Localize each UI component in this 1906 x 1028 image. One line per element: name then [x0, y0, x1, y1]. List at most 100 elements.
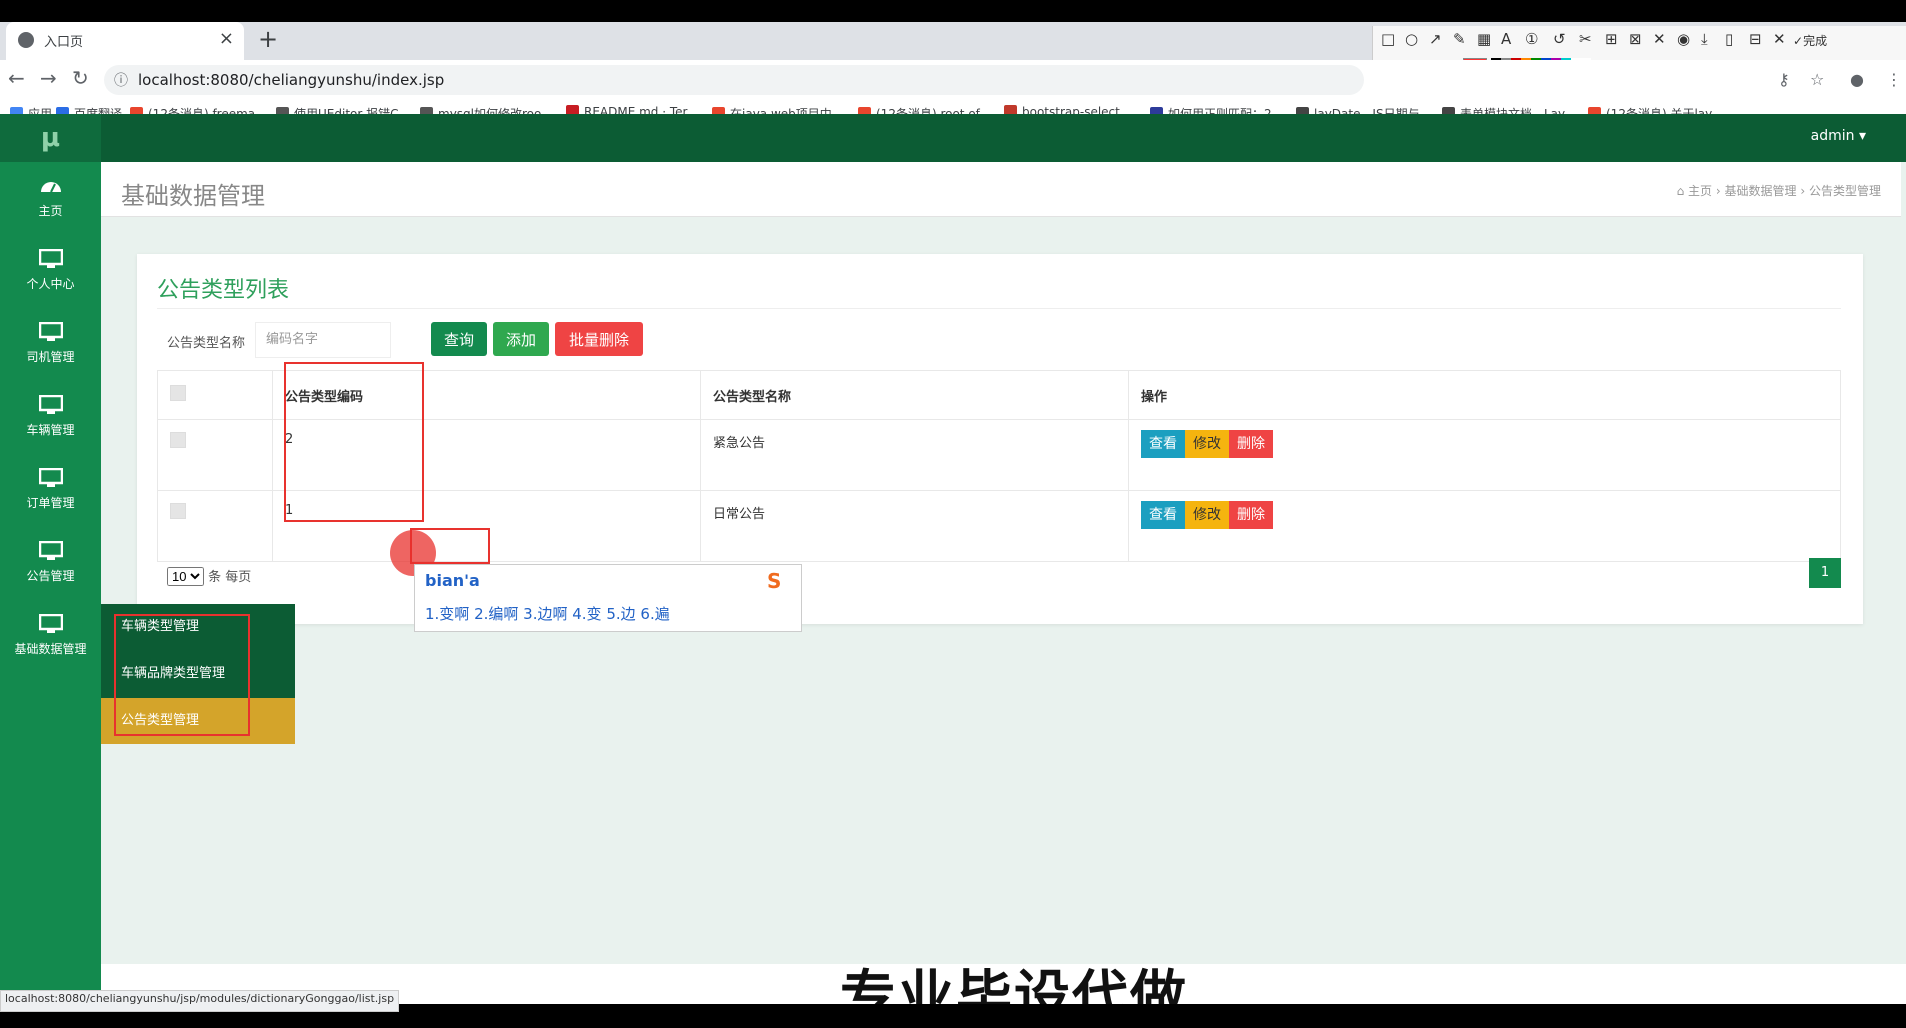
page-size-select[interactable]: 10	[167, 567, 204, 586]
sidebar-item-label: 主页	[38, 204, 63, 218]
reload-icon[interactable]: ↻	[72, 66, 89, 90]
sidebar-item[interactable]: 司机管理	[0, 310, 101, 382]
download-icon[interactable]: ⤓	[1701, 30, 1708, 48]
card-title: 公告类型列表	[157, 278, 290, 303]
monitor-icon	[38, 394, 63, 415]
edit-button[interactable]: 修改	[1185, 501, 1229, 529]
number-tool-icon[interactable]: ①	[1525, 30, 1538, 48]
arrow-tool-icon[interactable]: ↗	[1429, 30, 1442, 48]
sidebar-item[interactable]: 车辆管理	[0, 383, 101, 455]
undo-icon[interactable]: ↺	[1553, 30, 1566, 48]
row-checkbox[interactable]	[170, 503, 186, 519]
status-bar-url: localhost:8080/cheliangyunshu/jsp/module…	[0, 990, 400, 1012]
app-root: μ 主页 个人中心 司机管理 车辆管理 订单管理 公告管理 基础数据管理 admin ▾ 基…	[0, 114, 1906, 1004]
ime-candidates[interactable]: 1.变啊 2.编啊 3.边啊 4.变 5.边 6.遍	[425, 603, 670, 624]
sidebar-item[interactable]: 公告管理	[0, 529, 101, 601]
sidebar-item-label: 订单管理	[26, 496, 75, 510]
tab-close-button[interactable]: ×	[219, 28, 234, 49]
sidebar-item-label: 公告管理	[26, 569, 75, 583]
annotation-rectangle	[284, 362, 424, 522]
divider	[157, 308, 1841, 309]
ime-composition: bian'a	[425, 571, 480, 590]
scissors-icon[interactable]: ✂	[1579, 30, 1592, 48]
done-label: 完成	[1803, 34, 1828, 48]
sidebar-item[interactable]: 基础数据管理	[0, 602, 101, 674]
profile-icon[interactable]: ●	[1850, 70, 1864, 89]
site-info-icon[interactable]: ⓘ	[114, 70, 128, 90]
rectangle-tool-icon[interactable]: □	[1381, 30, 1395, 48]
breadcrumb-home[interactable]: 主页	[1688, 184, 1712, 198]
top-navbar: admin ▾	[101, 114, 1906, 162]
query-button[interactable]: 查询	[431, 322, 487, 356]
globe-icon	[18, 32, 34, 48]
page-number-button[interactable]: 1	[1809, 558, 1841, 588]
select-all-cell	[157, 370, 273, 420]
sidebar-item-label: 基础数据管理	[14, 642, 87, 656]
monitor-icon	[38, 467, 63, 488]
ocr-icon[interactable]: ⊞	[1605, 30, 1618, 48]
logo: μ	[0, 114, 101, 162]
done-button[interactable]: ✓完成	[1793, 32, 1827, 49]
record-icon[interactable]: ◉	[1677, 30, 1690, 48]
forward-icon[interactable]: →	[40, 66, 57, 90]
row-select-cell	[157, 490, 273, 562]
breadcrumb-section[interactable]: 基础数据管理	[1725, 184, 1797, 198]
actions-cell: 查看 修改 删除	[1128, 490, 1841, 562]
page-title: 基础数据管理	[121, 182, 265, 210]
edit-button[interactable]: 修改	[1185, 430, 1229, 458]
breadcrumb: ⌂ 主页 › 基础数据管理 › 公告类型管理	[1677, 182, 1881, 199]
url-input[interactable]: ⓘ localhost:8080/cheliangyunshu/index.js…	[104, 65, 1364, 95]
sidebar-item[interactable]: 订单管理	[0, 456, 101, 528]
browser-tab[interactable]: 入口页 ×	[6, 22, 244, 60]
mosaic-tool-icon[interactable]: ▦	[1477, 30, 1491, 48]
delete-button[interactable]: 删除	[1229, 430, 1273, 458]
ime-candidate-window: bian'a 1.变啊 2.编啊 3.边啊 4.变 5.边 6.遍 S	[414, 564, 802, 632]
text-tool-icon[interactable]: A	[1501, 30, 1511, 48]
key-icon[interactable]: ⚷	[1778, 70, 1790, 89]
view-button[interactable]: 查看	[1141, 501, 1185, 529]
view-button[interactable]: 查看	[1141, 430, 1185, 458]
back-icon[interactable]: ←	[8, 66, 25, 90]
tab-title: 入口页	[44, 35, 84, 50]
close-icon[interactable]: ✕	[1773, 30, 1786, 48]
user-menu[interactable]: admin ▾	[1811, 128, 1866, 144]
home-icon: ⌂	[1676, 184, 1689, 198]
name-cell: 紧急公告	[700, 419, 1129, 491]
circle-tool-icon[interactable]: ○	[1405, 30, 1418, 48]
pen-tool-icon[interactable]: ✎	[1453, 30, 1466, 48]
sidebar-item[interactable]: 个人中心	[0, 237, 101, 309]
batch-delete-button[interactable]: 批量删除	[555, 322, 643, 356]
sidebar-item-label: 车辆管理	[26, 423, 75, 437]
sidebar-item[interactable]: 主页	[0, 164, 101, 236]
delete-button[interactable]: 删除	[1229, 501, 1273, 529]
dashboard-icon	[39, 176, 63, 196]
sidebar: μ 主页个人中心司机管理车辆管理订单管理公告管理基础数据管理	[0, 114, 101, 1004]
page-size-label: 条 每页	[208, 570, 252, 585]
address-bar-row: ← → ↻ ⓘ localhost:8080/cheliangyunshu/in…	[0, 60, 1906, 100]
column-header: 公告类型名称	[700, 370, 1129, 420]
actions-cell: 查看 修改 删除	[1128, 419, 1841, 491]
url-text: localhost:8080/cheliangyunshu/index.jsp	[138, 71, 445, 89]
new-tab-button[interactable]: +	[258, 25, 278, 53]
row-checkbox[interactable]	[170, 432, 186, 448]
menu-icon[interactable]: ⋮	[1886, 70, 1902, 89]
sidebar-item-label: 司机管理	[26, 350, 75, 364]
add-button[interactable]: 添加	[493, 322, 549, 356]
phone-icon[interactable]: ▯	[1725, 30, 1733, 48]
translate-icon[interactable]: ✕	[1653, 30, 1666, 48]
row-select-cell	[157, 419, 273, 491]
page-header: 基础数据管理 ⌂ 主页 › 基础数据管理 › 公告类型管理	[101, 162, 1901, 217]
monitor-icon	[38, 248, 63, 269]
pin-icon[interactable]: ⊠	[1629, 30, 1642, 48]
star-icon[interactable]: ☆	[1810, 70, 1824, 89]
breadcrumb-separator: ›	[1715, 184, 1725, 198]
search-input[interactable]: 编码名字	[255, 322, 391, 358]
select-all-checkbox[interactable]	[170, 385, 186, 401]
sidebar-item-label: 个人中心	[26, 277, 75, 291]
monitor-icon	[38, 321, 63, 342]
monitor-icon	[38, 540, 63, 561]
monitor-icon	[38, 613, 63, 634]
name-cell: 日常公告	[700, 490, 1129, 562]
breadcrumb-current: 公告类型管理	[1808, 184, 1881, 198]
bookmark-icon[interactable]: ⊟	[1749, 30, 1762, 48]
